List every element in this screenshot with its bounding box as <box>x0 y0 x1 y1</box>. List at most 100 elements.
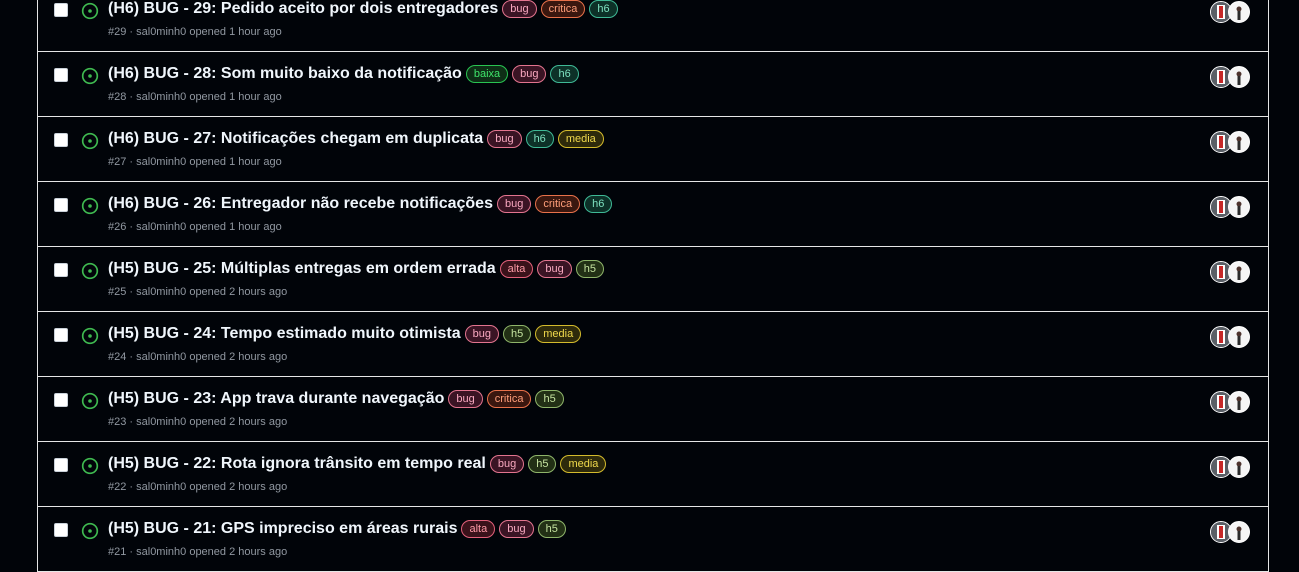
label-critica[interactable]: critica <box>486 390 532 408</box>
issue-list: (H6) BUG - 29: Pedido aceito por dois en… <box>37 0 1269 572</box>
issue-title-link[interactable]: (H5) BUG - 22: Rota ignora trânsito em t… <box>108 455 486 473</box>
issue-row: (H5) BUG - 23: App trava durante navegaç… <box>38 377 1268 442</box>
issue-row: (H5) BUG - 22: Rota ignora trânsito em t… <box>38 442 1268 507</box>
issue-labels: bug critica h5 <box>448 390 564 408</box>
issue-title-line: (H5) BUG - 23: App trava durante navegaç… <box>108 390 564 408</box>
issue-select-checkbox[interactable] <box>54 393 68 407</box>
issue-title-link[interactable]: (H5) BUG - 24: Tempo estimado muito otim… <box>108 325 461 343</box>
label-h6[interactable]: h6 <box>550 65 579 83</box>
label-alta[interactable]: alta <box>499 260 534 278</box>
issue-labels: alta bug h5 <box>499 260 605 278</box>
label-bug[interactable]: bug <box>448 390 483 408</box>
issue-title-link[interactable]: (H6) BUG - 27: Notificações chegam em du… <box>108 130 483 148</box>
issue-row: (H6) BUG - 29: Pedido aceito por dois en… <box>38 0 1268 52</box>
avatar-icon[interactable] <box>1228 521 1250 543</box>
label-h5[interactable]: h5 <box>535 390 564 408</box>
issue-labels: baixa bug h6 <box>465 65 579 83</box>
label-h6[interactable]: h6 <box>589 0 618 18</box>
issue-select-checkbox[interactable] <box>54 198 68 212</box>
issue-title-line: (H5) BUG - 21: GPS impreciso em áreas ru… <box>108 520 566 538</box>
label-bug[interactable]: bug <box>464 325 499 343</box>
assignee-avatars[interactable] <box>1210 66 1250 88</box>
issue-row: (H6) BUG - 26: Entregador não recebe not… <box>38 182 1268 247</box>
issue-title-line: (H5) BUG - 24: Tempo estimado muito otim… <box>108 325 582 343</box>
label-h5[interactable]: h5 <box>502 325 532 343</box>
label-h6[interactable]: h6 <box>525 130 554 148</box>
issue-select-checkbox[interactable] <box>54 328 68 342</box>
issue-title-link[interactable]: (H5) BUG - 25: Múltiplas entregas em ord… <box>108 260 496 278</box>
assignee-avatars[interactable] <box>1210 521 1250 543</box>
assignee-avatars[interactable] <box>1210 326 1250 348</box>
issue-row: (H5) BUG - 21: GPS impreciso em áreas ru… <box>38 507 1268 572</box>
label-bug[interactable]: bug <box>502 0 537 18</box>
issue-select-checkbox[interactable] <box>54 3 68 17</box>
label-baixa[interactable]: baixa <box>465 65 509 83</box>
label-critica[interactable]: critica <box>540 0 586 18</box>
avatar-icon[interactable] <box>1228 391 1250 413</box>
issue-meta: #22 · sal0minh0 opened 2 hours ago <box>108 481 288 493</box>
issue-title-line: (H5) BUG - 22: Rota ignora trânsito em t… <box>108 455 607 473</box>
issue-meta: #29 · sal0minh0 opened 1 hour ago <box>108 26 282 38</box>
label-h5[interactable]: h5 <box>537 520 566 538</box>
label-media[interactable]: media <box>535 325 582 343</box>
assignee-avatars[interactable] <box>1210 456 1250 478</box>
issue-row: (H6) BUG - 28: Som muito baixo da notifi… <box>38 52 1268 117</box>
issue-opened-icon <box>81 262 99 280</box>
issue-title-link[interactable]: (H6) BUG - 26: Entregador não recebe not… <box>108 195 493 213</box>
issue-title-line: (H6) BUG - 27: Notificações chegam em du… <box>108 130 604 148</box>
issue-title-line: (H6) BUG - 29: Pedido aceito por dois en… <box>108 0 618 18</box>
label-bug[interactable]: bug <box>496 195 532 213</box>
avatar-icon[interactable] <box>1228 456 1250 478</box>
issue-select-checkbox[interactable] <box>54 458 68 472</box>
label-media[interactable]: media <box>560 455 607 473</box>
label-h5[interactable]: h5 <box>528 455 557 473</box>
avatar-icon[interactable] <box>1228 66 1250 88</box>
label-alta[interactable]: alta <box>461 520 496 538</box>
issue-title-line: (H5) BUG - 25: Múltiplas entregas em ord… <box>108 260 605 278</box>
label-h5[interactable]: h5 <box>575 260 605 278</box>
issue-labels: bug h6 media <box>487 130 604 148</box>
issue-title-line: (H6) BUG - 28: Som muito baixo da notifi… <box>108 65 579 83</box>
issue-meta: #21 · sal0minh0 opened 2 hours ago <box>108 546 288 558</box>
issue-meta: #27 · sal0minh0 opened 1 hour ago <box>108 156 282 168</box>
label-media[interactable]: media <box>557 130 604 148</box>
issue-opened-icon <box>81 327 99 345</box>
assignee-avatars[interactable] <box>1210 131 1250 153</box>
issue-labels: alta bug h5 <box>461 520 566 538</box>
avatar-icon[interactable] <box>1228 196 1250 218</box>
issue-row: (H6) BUG - 27: Notificações chegam em du… <box>38 117 1268 182</box>
issue-title-link[interactable]: (H6) BUG - 29: Pedido aceito por dois en… <box>108 0 498 18</box>
avatar-icon[interactable] <box>1228 1 1250 23</box>
assignee-avatars[interactable] <box>1210 391 1250 413</box>
issue-title-link[interactable]: (H5) BUG - 23: App trava durante navegaç… <box>108 390 444 408</box>
issue-select-checkbox[interactable] <box>54 68 68 82</box>
label-bug[interactable]: bug <box>487 130 522 148</box>
label-bug[interactable]: bug <box>537 260 572 278</box>
label-h6[interactable]: h6 <box>584 195 613 213</box>
avatar-icon[interactable] <box>1228 261 1250 283</box>
issue-title-link[interactable]: (H5) BUG - 21: GPS impreciso em áreas ru… <box>108 520 457 538</box>
issue-row: (H5) BUG - 24: Tempo estimado muito otim… <box>38 312 1268 377</box>
issue-select-checkbox[interactable] <box>54 263 68 277</box>
label-bug[interactable]: bug <box>499 520 534 538</box>
issue-labels: bug critica h6 <box>496 195 613 213</box>
issue-opened-icon <box>81 457 99 475</box>
avatar-icon[interactable] <box>1228 131 1250 153</box>
issue-select-checkbox[interactable] <box>54 133 68 147</box>
issue-opened-icon <box>81 197 99 215</box>
issue-opened-icon <box>81 67 99 85</box>
issue-title-link[interactable]: (H6) BUG - 28: Som muito baixo da notifi… <box>108 65 462 83</box>
assignee-avatars[interactable] <box>1210 261 1250 283</box>
issue-opened-icon <box>81 2 99 20</box>
issue-labels: bug h5 media <box>489 455 607 473</box>
issue-opened-icon <box>81 392 99 410</box>
issue-meta: #25 · sal0minh0 opened 2 hours ago <box>108 286 288 298</box>
label-critica[interactable]: critica <box>535 195 581 213</box>
issue-select-checkbox[interactable] <box>54 523 68 537</box>
assignee-avatars[interactable] <box>1210 196 1250 218</box>
label-bug[interactable]: bug <box>489 455 525 473</box>
avatar-icon[interactable] <box>1228 326 1250 348</box>
assignee-avatars[interactable] <box>1210 1 1250 23</box>
label-bug[interactable]: bug <box>512 65 547 83</box>
issue-opened-icon <box>81 132 99 150</box>
